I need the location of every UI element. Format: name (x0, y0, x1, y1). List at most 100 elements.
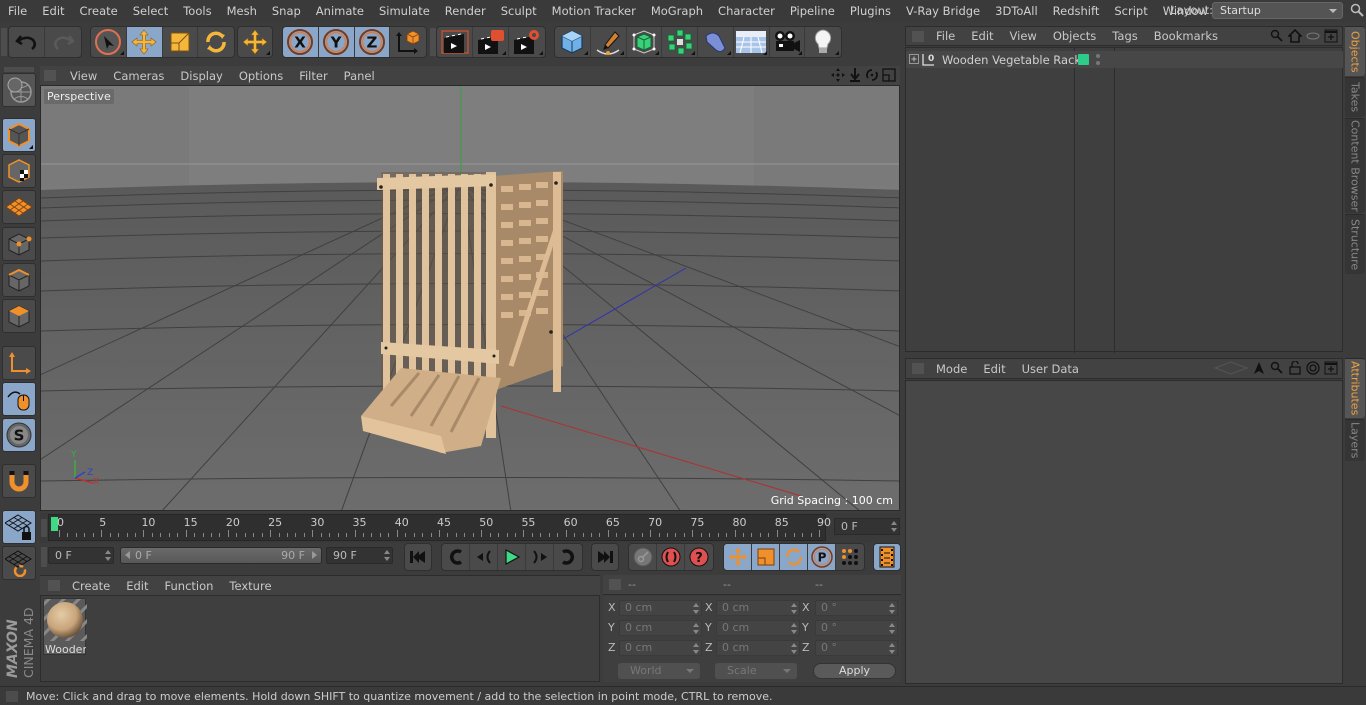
cloner-button[interactable] (662, 27, 698, 57)
rotation-b-field[interactable]: 0 ° (815, 640, 898, 656)
up-arrow-icon[interactable] (1252, 361, 1266, 375)
tab-content-browser[interactable]: Content Browser (1345, 118, 1365, 213)
attributes-menu-mode[interactable]: Mode (928, 362, 975, 376)
layout-select[interactable]: Startup (1212, 2, 1343, 19)
material-swatch[interactable]: Wooden (37, 592, 96, 656)
menu-simulate[interactable]: Simulate (371, 4, 437, 18)
menu-redshift[interactable]: Redshift (1045, 4, 1107, 18)
range-left-handle-icon[interactable] (125, 551, 130, 559)
menu-create[interactable]: Create (72, 4, 125, 18)
menu-edit[interactable]: Edit (34, 4, 71, 18)
objects-menu-objects[interactable]: Objects (1045, 29, 1104, 43)
new-panel-icon[interactable] (1324, 361, 1338, 375)
spinner-icon[interactable] (889, 643, 895, 654)
menu-script[interactable]: Script (1106, 4, 1154, 18)
objects-menu-file[interactable]: File (928, 29, 963, 43)
rotate-tool-button[interactable] (198, 27, 234, 57)
pan-view-icon[interactable] (831, 68, 845, 82)
goto-start-button[interactable] (405, 544, 431, 570)
frame-range-slider[interactable]: 0 F 90 F (120, 547, 322, 564)
model-mode-button[interactable] (2, 118, 36, 152)
target-icon[interactable] (1306, 361, 1320, 375)
end-frame-field[interactable]: 90 F (326, 547, 393, 564)
search-icon[interactable] (1350, 3, 1364, 17)
record-active-objects-button[interactable] (629, 544, 657, 570)
autokeying-button[interactable] (657, 544, 685, 570)
enable-axis-button[interactable] (2, 346, 36, 380)
texture-mode-button[interactable] (2, 154, 36, 188)
position-key-button[interactable] (724, 544, 752, 570)
undo-button[interactable] (9, 27, 45, 57)
tab-structure[interactable]: Structure (1345, 214, 1365, 274)
scale-key-button[interactable] (752, 544, 780, 570)
recent-tools-button[interactable] (238, 27, 272, 57)
render-visibility-dot[interactable] (1096, 61, 1100, 65)
play-button[interactable] (498, 544, 526, 570)
next-frame-button[interactable] (526, 544, 554, 570)
menu-mesh[interactable]: Mesh (219, 4, 264, 18)
points-mode-button[interactable] (2, 227, 36, 261)
spinner-icon[interactable] (791, 603, 797, 614)
maximize-view-icon[interactable] (882, 68, 896, 82)
make-editable-button[interactable] (2, 73, 36, 107)
expand-icon[interactable] (909, 54, 919, 64)
z-axis-lock-button[interactable]: Z (354, 27, 391, 57)
panel-grip[interactable] (44, 70, 56, 81)
move-tool-button[interactable] (126, 27, 163, 57)
menu-motion-tracker[interactable]: Motion Tracker (544, 4, 643, 18)
objects-menu-edit[interactable]: Edit (963, 29, 1001, 43)
panel-grip[interactable] (48, 580, 60, 591)
panel-grip[interactable] (609, 579, 621, 590)
layer-color-tag[interactable] (1078, 54, 1089, 65)
spinner-icon[interactable] (105, 550, 111, 561)
panel-grip[interactable] (912, 363, 924, 374)
menu-select[interactable]: Select (125, 4, 175, 18)
apply-button[interactable]: Apply (813, 663, 896, 679)
material-menu-function[interactable]: Function (157, 579, 222, 593)
toolbar-grip[interactable] (1, 28, 7, 56)
coordinate-mode-select[interactable]: Scale (715, 663, 797, 679)
viewport-menu-panel[interactable]: Panel (336, 69, 383, 83)
menu-vray-bridge[interactable]: V-Ray Bridge (898, 4, 987, 18)
status-grip[interactable] (6, 691, 18, 702)
spinner-icon[interactable] (891, 521, 897, 532)
subdivision-button[interactable] (627, 27, 663, 57)
rotation-h-field[interactable]: 0 ° (815, 600, 898, 616)
menu-render[interactable]: Render (437, 4, 493, 18)
objects-menu-tags[interactable]: Tags (1104, 29, 1145, 43)
previous-frame-button[interactable] (470, 544, 498, 570)
viewport-menu-display[interactable]: Display (172, 69, 230, 83)
viewport-menu-view[interactable]: View (62, 69, 105, 83)
spinner-icon[interactable] (889, 623, 895, 634)
search-icon[interactable] (1270, 29, 1284, 43)
unlock-icon[interactable] (1288, 361, 1302, 375)
menu-tools[interactable]: Tools (175, 4, 218, 18)
floor-button[interactable] (734, 27, 770, 57)
zoom-view-icon[interactable] (848, 68, 862, 82)
search-icon[interactable] (1270, 361, 1284, 375)
scale-tool-button[interactable] (163, 27, 199, 57)
point-level-animation-button[interactable] (836, 544, 864, 570)
position-z-field[interactable]: 0 cm (619, 640, 702, 656)
menu-animate[interactable]: Animate (308, 4, 371, 18)
keyframe-selection-button[interactable]: ? (685, 544, 713, 570)
position-y-field[interactable]: 0 cm (619, 620, 702, 636)
light-button[interactable] (805, 27, 841, 57)
history-arrows-icon[interactable] (1214, 361, 1248, 375)
menu-sculpt[interactable]: Sculpt (493, 4, 544, 18)
next-key-button[interactable] (554, 544, 582, 570)
parameter-key-button[interactable]: P (808, 544, 836, 570)
attributes-menu-user-data[interactable]: User Data (1014, 362, 1087, 376)
planar-workplane-button[interactable] (2, 546, 36, 580)
palette-grip[interactable] (4, 67, 34, 72)
timeline-window-button[interactable] (874, 544, 900, 570)
tab-objects[interactable]: Objects (1345, 26, 1365, 76)
transport-grip[interactable] (41, 547, 47, 567)
workplane-mode-button[interactable] (2, 190, 36, 224)
y-axis-lock-button[interactable]: Y (318, 27, 355, 57)
objects-menu-bookmarks[interactable]: Bookmarks (1146, 29, 1226, 43)
spinner-icon[interactable] (889, 603, 895, 614)
spinner-icon[interactable] (791, 643, 797, 654)
object-name[interactable]: Wooden Vegetable Rack (942, 53, 1081, 67)
objects-menu-view[interactable]: View (1002, 29, 1045, 43)
